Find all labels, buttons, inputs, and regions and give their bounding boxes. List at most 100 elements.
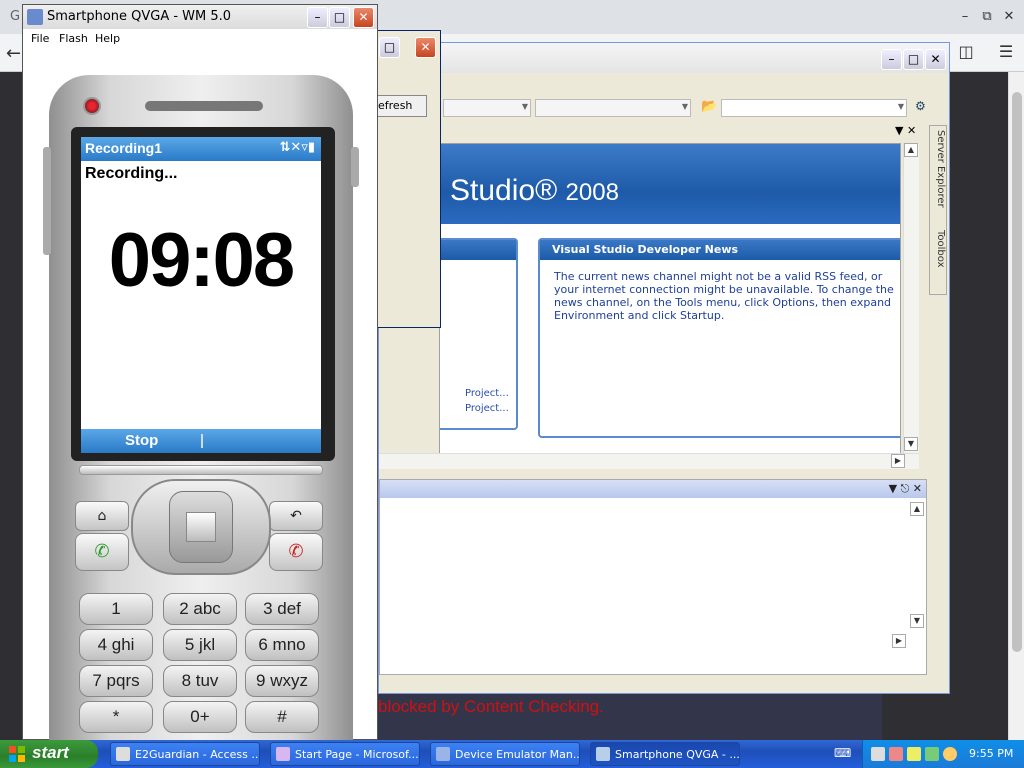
keyboard-icon[interactable]: ⌨ — [834, 746, 851, 760]
phone-rail — [79, 465, 323, 475]
vs-toolbar-combo-1[interactable]: ▼ — [443, 99, 531, 117]
browser-restore-icon[interactable]: ⧉ — [976, 6, 998, 28]
key-9[interactable]: 9 wxyz — [245, 665, 319, 697]
scroll-down-icon[interactable]: ▼ — [904, 437, 918, 451]
taskbar-button-smartphone-qvga[interactable]: Smartphone QVGA - ... — [590, 742, 740, 766]
start-page-hscrollbar[interactable]: ▶ — [379, 453, 919, 469]
back-arrow-icon[interactable]: ← — [6, 43, 21, 64]
toolbox-tab[interactable]: Toolbox — [932, 230, 946, 268]
taskbar-button-start-page[interactable]: Start Page - Microsof... — [270, 742, 420, 766]
emulator-close-button[interactable]: ✕ — [353, 7, 374, 28]
antivirus-icon[interactable] — [889, 747, 903, 761]
emulator-minimize-button[interactable]: – — [307, 7, 328, 28]
taskbar-button-label: Start Page - Microsof... — [295, 748, 419, 761]
recent-project-link-1[interactable]: Project... — [465, 388, 509, 399]
output-scroll-down-icon[interactable]: ▼ — [910, 614, 924, 628]
key-7[interactable]: 7 pqrs — [79, 665, 153, 697]
recording-timer: 09:08 — [108, 218, 295, 303]
emulator-menubar: File Flash Help — [23, 29, 377, 49]
emulator-titlebar: Smartphone QVGA - WM 5.0 – □ ✕ — [23, 5, 377, 29]
developer-news-panel: Visual Studio Developer News The current… — [538, 238, 900, 438]
key-6[interactable]: 6 mno — [245, 629, 319, 661]
recent-project-link-2[interactable]: Project... — [465, 403, 509, 414]
volume-side-button[interactable] — [43, 147, 51, 255]
softkey-bar: Stop — [81, 429, 321, 453]
banner-title: Studio® 2008 — [450, 174, 619, 207]
taskbar-button-label: Smartphone QVGA - ... — [615, 748, 740, 761]
output-panel-header: ▼ ⎋ ✕ — [380, 480, 926, 498]
call-key[interactable]: ✆ — [75, 533, 129, 571]
key-5[interactable]: 5 jkl — [163, 629, 237, 661]
key-3[interactable]: 3 def — [245, 593, 319, 625]
key-star[interactable]: * — [79, 701, 153, 733]
key-2[interactable]: 2 abc — [163, 593, 237, 625]
vs-maximize-button[interactable]: □ — [903, 49, 924, 70]
vs-minimize-button[interactable]: – — [881, 49, 902, 70]
vs-search-combo[interactable]: ▼ — [721, 99, 907, 117]
dem-close-button[interactable]: ✕ — [415, 37, 436, 58]
key-0[interactable]: 0+ — [163, 701, 237, 733]
system-tray: 9:55 PM — [862, 740, 1024, 768]
dpad-inner[interactable] — [169, 491, 233, 563]
menu-file[interactable]: File — [31, 32, 49, 45]
browser-scroll-thumb[interactable] — [1012, 92, 1022, 652]
output-panel-controls[interactable]: ▼ ⎋ ✕ — [889, 482, 922, 496]
start-page-banner: Studio® 2008 — [440, 144, 900, 224]
end-key[interactable]: ✆ — [269, 533, 323, 571]
dpad[interactable] — [131, 479, 271, 575]
key-hash[interactable]: # — [245, 701, 319, 733]
search-icon[interactable] — [943, 747, 957, 761]
recording-status: Recording... — [85, 165, 178, 182]
network-icon[interactable] — [871, 747, 885, 761]
back-key[interactable]: ↶ — [269, 501, 323, 531]
toolbar-options-icon[interactable]: ⚙ — [915, 99, 926, 113]
scroll-right-icon[interactable]: ▶ — [891, 454, 905, 468]
right-side-button[interactable] — [351, 147, 359, 187]
vs-close-button[interactable]: ✕ — [925, 49, 946, 70]
app-title: Recording1 — [85, 140, 163, 156]
server-explorer-tab[interactable]: Server Explorer — [932, 130, 946, 208]
open-folder-icon[interactable]: 📂 — [701, 99, 717, 114]
dem-maximize-button[interactable]: □ — [379, 37, 400, 58]
sidebar-icon[interactable]: ◫ — [952, 38, 980, 66]
security-shield-icon[interactable] — [907, 747, 921, 761]
menu-flash[interactable]: Flash — [59, 32, 88, 45]
browser-tab-label[interactable]: G — [10, 9, 20, 24]
home-key[interactable]: ⌂ — [75, 501, 129, 531]
visual-studio-window: – □ ✕ ▼ ▼ 📂 ▼ ⚙ ▼ ✕ Studio® 2008 Project… — [378, 42, 950, 694]
menu-help[interactable]: Help — [95, 32, 120, 45]
camera-icon — [83, 97, 101, 115]
start-label: start — [32, 743, 69, 762]
softkey-separator — [201, 434, 203, 448]
clock: 9:55 PM — [969, 747, 1014, 760]
doc-window-controls[interactable]: ▼ ✕ — [895, 124, 916, 137]
taskbar-button-e2guardian[interactable]: E2Guardian - Access ... — [110, 742, 260, 766]
browser-minimize-icon[interactable]: – — [954, 6, 976, 28]
output-scroll-up-icon[interactable]: ▲ — [910, 502, 924, 516]
browser-scrollbar[interactable] — [1008, 72, 1024, 740]
device-emulator-manager-window: □ ✕ efresh — [376, 30, 441, 328]
softkey-stop[interactable]: Stop — [125, 432, 158, 449]
browser-close-icon[interactable]: ✕ — [998, 6, 1020, 28]
smartphone-app-icon — [596, 747, 610, 761]
key-8[interactable]: 8 tuv — [163, 665, 237, 697]
menu-icon[interactable]: ☰ — [992, 38, 1020, 66]
key-4[interactable]: 4 ghi — [79, 629, 153, 661]
phone-speaker — [145, 101, 263, 111]
vs-toolbar-combo-2[interactable]: ▼ — [535, 99, 691, 117]
sync-icon[interactable] — [925, 747, 939, 761]
taskbar-button-device-emulator-manager[interactable]: Device Emulator Man... — [430, 742, 580, 766]
screen-titlebar: Recording1 ⇅✕▿▮ — [81, 137, 321, 161]
news-body: The current news channel might not be a … — [554, 270, 894, 322]
start-button[interactable]: start — [0, 740, 98, 768]
dpad-select[interactable] — [186, 512, 216, 542]
emulator-maximize-button[interactable]: □ — [329, 7, 350, 28]
output-scroll-right-icon[interactable]: ▶ — [892, 634, 906, 648]
scroll-up-icon[interactable]: ▲ — [904, 143, 918, 157]
phone-screen[interactable]: Recording1 ⇅✕▿▮ Recording... 09:08 Stop — [81, 137, 321, 453]
key-1[interactable]: 1 — [79, 593, 153, 625]
refresh-button[interactable]: efresh — [377, 95, 427, 117]
start-page-vscrollbar[interactable]: ▲ ▼ — [903, 143, 919, 453]
emulator-app-icon — [27, 9, 43, 25]
signal-icon: ⇅✕▿▮ — [279, 140, 315, 155]
